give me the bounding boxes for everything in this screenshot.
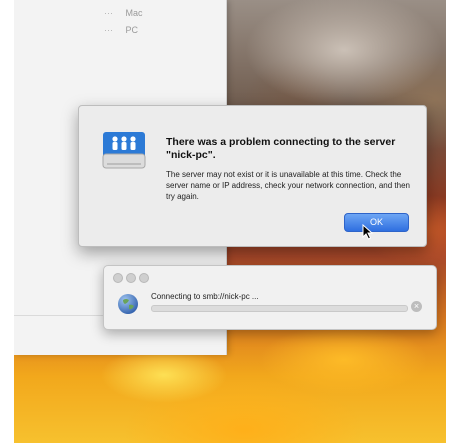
finder-item-label: PC	[125, 25, 139, 35]
desktop-wallpaper: ··· Mac ··· PC There was a problem conne…	[14, 0, 446, 443]
ok-button[interactable]: OK	[344, 213, 409, 232]
dialog-title: There was a problem connecting to the se…	[166, 136, 396, 161]
dialog-message: The server may not exist or it is unavai…	[166, 170, 410, 201]
list-prefix: ···	[104, 25, 113, 35]
progress-bar	[151, 305, 408, 312]
minimize-window-button[interactable]	[126, 273, 136, 283]
globe-icon	[118, 294, 138, 314]
finder-item-pc[interactable]: ··· PC	[104, 25, 138, 35]
connection-error-dialog: There was a problem connecting to the se…	[78, 105, 427, 247]
finder-item-mac[interactable]: ··· Mac	[104, 8, 143, 18]
list-prefix: ···	[104, 8, 113, 18]
cancel-icon[interactable]: ×	[411, 301, 422, 312]
network-server-icon	[102, 132, 146, 169]
zoom-window-button[interactable]	[139, 273, 149, 283]
connection-status-text: Connecting to smb://nick-pc ...	[151, 292, 259, 301]
finder-item-label: Mac	[125, 8, 143, 18]
mouse-pointer-icon	[362, 224, 374, 240]
connecting-window: Connecting to smb://nick-pc ... ×	[103, 265, 437, 330]
close-window-button[interactable]	[113, 273, 123, 283]
